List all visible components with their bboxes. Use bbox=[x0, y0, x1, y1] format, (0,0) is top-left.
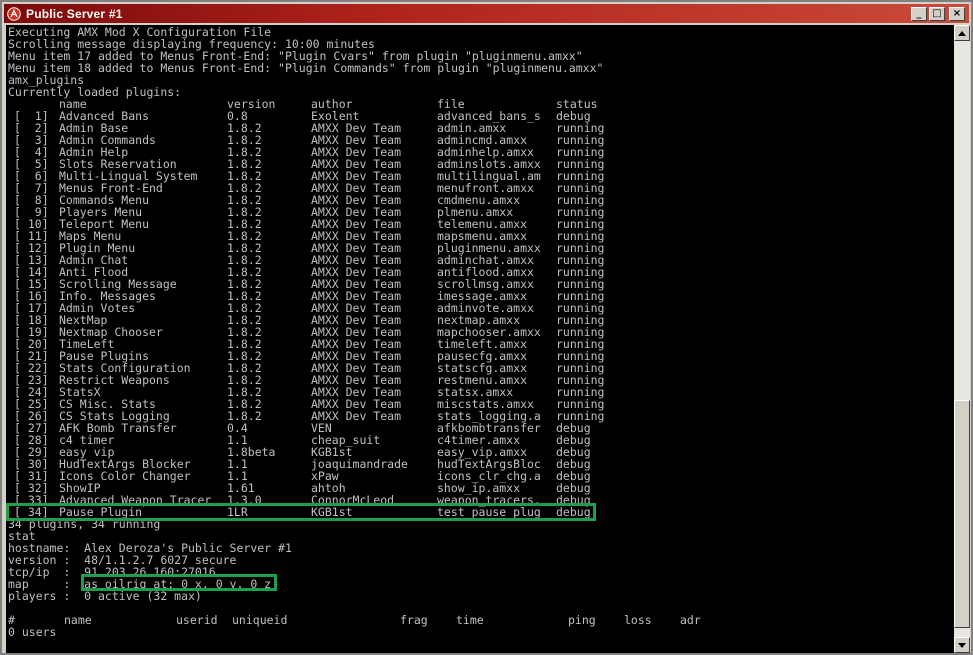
close-button[interactable]: × bbox=[949, 6, 965, 21]
plugin-file: test_pause_plug bbox=[437, 505, 541, 519]
maximize-button[interactable]: □ bbox=[929, 6, 945, 21]
scrollbar-thumb[interactable] bbox=[954, 400, 970, 628]
minimize-button[interactable]: _ bbox=[911, 6, 927, 21]
users-table-header: # name userid uniqueid frag time ping loss adr bbox=[8, 613, 701, 627]
users-header-name: name bbox=[64, 613, 92, 627]
plugin-status: debug bbox=[556, 505, 591, 519]
arrow-down-icon bbox=[958, 642, 966, 648]
hlds-app-icon bbox=[7, 6, 21, 21]
plugin-name: Pause Plugin bbox=[59, 505, 143, 519]
console-line: players : 0 active (32 max) bbox=[8, 589, 202, 603]
console-output[interactable]: Executing AMX Mod X Configuration File Sc… bbox=[6, 25, 954, 653]
users-header-loss: loss bbox=[624, 613, 652, 627]
vertical-scrollbar[interactable] bbox=[954, 25, 970, 653]
users-header-adr: adr bbox=[680, 613, 701, 627]
arrow-up-icon bbox=[958, 30, 966, 36]
console-text: Executing AMX Mod X Configuration File Sc… bbox=[8, 26, 701, 639]
scroll-down-button[interactable] bbox=[954, 637, 970, 653]
users-header-userid: userid bbox=[176, 613, 218, 627]
window-title: Public Server #1 bbox=[26, 6, 123, 21]
plugin-row: [ 34] Pause Plugin 1LR KGB1st test_pause_plu… bbox=[8, 506, 603, 518]
close-icon: × bbox=[952, 7, 962, 19]
users-header-uniqueid: uniqueid bbox=[232, 613, 288, 627]
minimize-icon: _ bbox=[916, 7, 922, 19]
users-header-frag: frag bbox=[400, 613, 428, 627]
scroll-up-button[interactable] bbox=[954, 25, 970, 41]
maximize-icon: □ bbox=[932, 7, 942, 19]
console-line: Menu item 18 added to Menus Front-End: "… bbox=[8, 61, 604, 75]
plugin-num: [ 34] bbox=[14, 505, 49, 519]
users-header-time: time bbox=[456, 613, 484, 627]
users-header-ping: ping bbox=[568, 613, 596, 627]
console-line: 34 plugins, 34 running bbox=[8, 517, 161, 531]
plugin-author: KGB1st bbox=[311, 505, 353, 519]
console-line: Currently loaded plugins: bbox=[8, 85, 182, 99]
plugin-version: 1LR bbox=[227, 505, 248, 519]
users-count: 0 users bbox=[8, 625, 57, 639]
title-bar[interactable]: Public Server #1 _ □ × bbox=[4, 4, 969, 23]
users-header-hash: # bbox=[8, 613, 15, 627]
console-window: Public Server #1 _ □ × Executing AMX Mod… bbox=[0, 0, 973, 655]
